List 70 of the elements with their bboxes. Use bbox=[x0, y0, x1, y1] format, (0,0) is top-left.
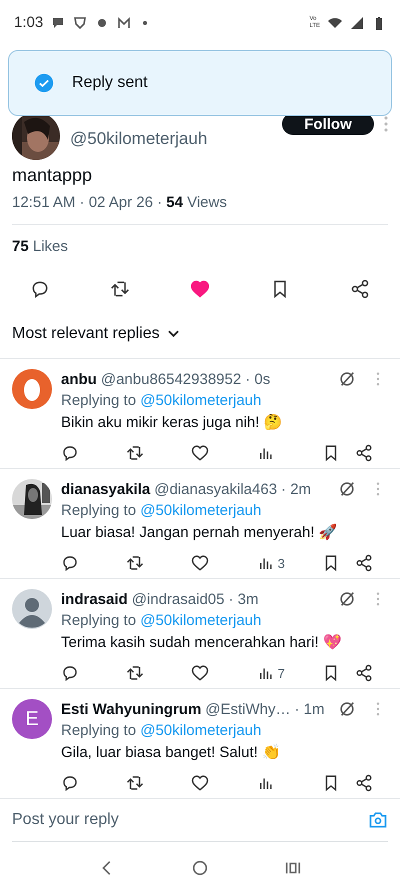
home-icon[interactable] bbox=[190, 859, 209, 877]
slashed-circle-icon[interactable] bbox=[338, 700, 356, 718]
person-avatar-icon[interactable] bbox=[12, 589, 52, 629]
reply-input-field[interactable]: Post your reply bbox=[12, 811, 368, 829]
repost-icon[interactable] bbox=[126, 444, 144, 462]
chevron-down-icon[interactable] bbox=[168, 330, 179, 338]
share-icon[interactable] bbox=[354, 444, 373, 462]
views-count: 7 bbox=[278, 666, 285, 680]
share-icon[interactable] bbox=[350, 279, 370, 299]
reply-icon[interactable] bbox=[61, 444, 79, 462]
toast-message: Reply sent bbox=[72, 74, 148, 92]
reply-icon[interactable] bbox=[61, 774, 79, 792]
reply-text: Bikin aku mikir keras juga nih! 🤔 bbox=[61, 413, 284, 433]
reply-icon[interactable] bbox=[30, 279, 50, 299]
replying-to-text: Replying to @50kilometerjauh bbox=[61, 391, 262, 411]
check-circle-icon bbox=[34, 73, 54, 93]
repost-icon[interactable] bbox=[126, 664, 144, 682]
heart-icon[interactable] bbox=[191, 664, 210, 682]
wifi-icon bbox=[328, 16, 342, 30]
egg-avatar-icon[interactable] bbox=[12, 369, 52, 409]
reply-time: · 3m bbox=[228, 590, 258, 608]
initial-avatar[interactable]: E bbox=[12, 699, 52, 739]
reply-author-handle: @indrasaid05 bbox=[132, 590, 224, 608]
repost-icon[interactable] bbox=[110, 279, 130, 299]
reply-author-name: Esti Wahyuningrum bbox=[61, 700, 202, 718]
mail-icon bbox=[117, 16, 132, 30]
replying-to-text: Replying to @50kilometerjauh bbox=[61, 611, 262, 631]
slashed-circle-icon[interactable] bbox=[338, 590, 356, 608]
mention-link[interactable]: @50kilometerjauh bbox=[140, 502, 262, 519]
reply-author-handle: @EstiWhy… bbox=[205, 700, 291, 718]
reply-author-name: dianasyakila bbox=[61, 480, 150, 498]
share-icon[interactable] bbox=[354, 774, 373, 792]
camera-icon[interactable] bbox=[368, 810, 388, 830]
views-count: 3 bbox=[278, 556, 285, 570]
notification-dot-icon bbox=[143, 20, 148, 24]
replying-to-text: Replying to @50kilometerjauh bbox=[61, 501, 262, 521]
heart-icon[interactable] bbox=[191, 444, 210, 462]
reply-text: Gila, luar biasa banget! Salut! 👏 bbox=[61, 743, 282, 763]
repost-icon[interactable] bbox=[126, 554, 144, 572]
reply-text: Luar biasa! Jangan pernah menyerah! 🚀 bbox=[61, 522, 339, 543]
reply-time: · 1m bbox=[294, 700, 325, 718]
sort-dropdown[interactable]: Most relevant replies bbox=[12, 325, 160, 343]
clock-time: 1:03 bbox=[14, 14, 44, 31]
post-text: mantappp bbox=[11, 164, 94, 187]
heart-icon[interactable] bbox=[191, 554, 210, 572]
repost-icon[interactable] bbox=[126, 774, 144, 792]
reply-time: · 0s bbox=[245, 370, 270, 388]
reply-author-name: indrasaid bbox=[61, 590, 128, 608]
reply-icon[interactable] bbox=[61, 664, 79, 682]
reply-author-handle: @dianasyakila463 bbox=[154, 480, 278, 498]
shield-icon bbox=[73, 16, 88, 30]
mention-link[interactable]: @50kilometerjauh bbox=[140, 612, 262, 629]
reply-author-name: anbu bbox=[61, 370, 97, 388]
heart-icon[interactable] bbox=[191, 774, 210, 792]
reply-text: Terima kasih sudah mencerahkan hari! 💖 bbox=[61, 632, 343, 653]
author-handle: @50kilometerjauh bbox=[70, 128, 208, 150]
share-icon[interactable] bbox=[354, 664, 373, 682]
reply-time: · 2m bbox=[281, 480, 312, 498]
mention-link[interactable]: @50kilometerjauh bbox=[140, 722, 262, 739]
chat-bubble-icon bbox=[51, 16, 66, 30]
reply-icon[interactable] bbox=[61, 554, 79, 572]
post-meta: 12:51 AM · 02 Apr 26 · 54 Views bbox=[11, 193, 228, 213]
slashed-circle-icon[interactable] bbox=[338, 480, 356, 498]
replying-to-text: Replying to @50kilometerjauh bbox=[61, 721, 262, 741]
share-icon[interactable] bbox=[354, 554, 373, 572]
signal-icon bbox=[350, 16, 364, 30]
mention-link[interactable]: @50kilometerjauh bbox=[140, 392, 262, 409]
reply-author-handle: @anbu86542938952 bbox=[100, 370, 242, 388]
likes-count[interactable]: 75 Likes bbox=[0, 225, 400, 258]
slashed-circle-icon[interactable] bbox=[338, 370, 356, 388]
